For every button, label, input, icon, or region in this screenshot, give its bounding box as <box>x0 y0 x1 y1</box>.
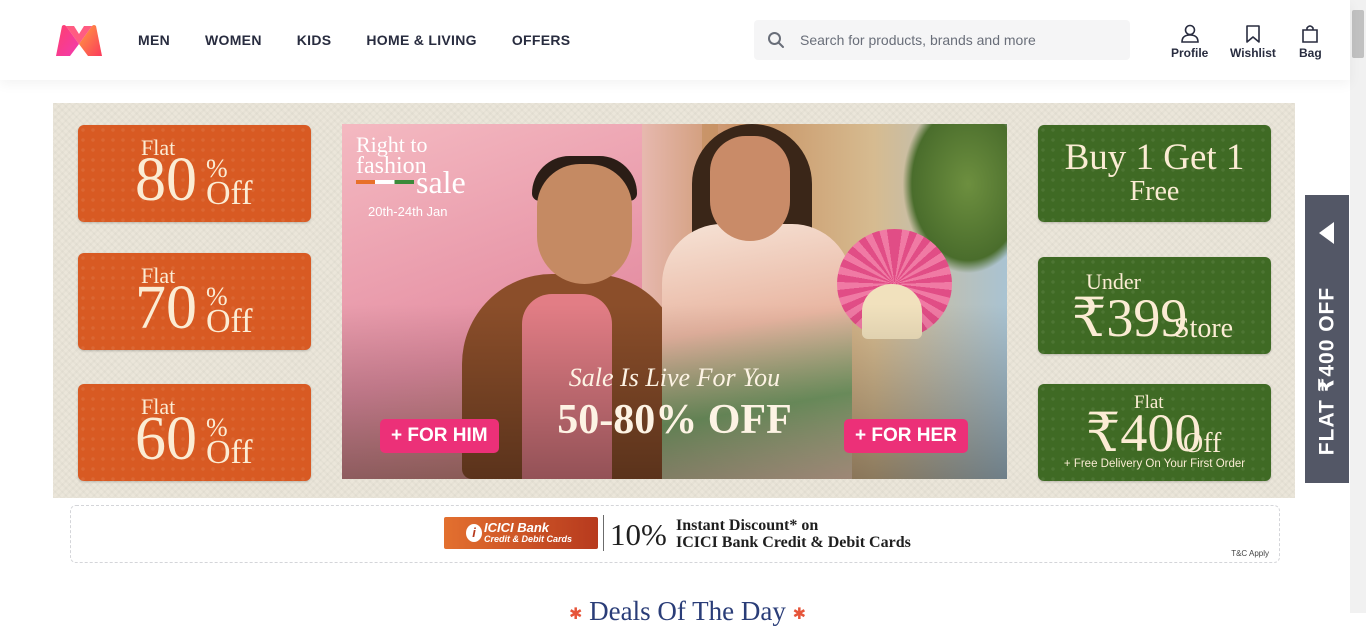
tile-off: Off <box>206 175 253 212</box>
under-store: Store <box>1174 313 1234 344</box>
tile-number: 60 <box>135 405 197 473</box>
divider <box>603 515 604 551</box>
profile-label: Profile <box>1171 46 1209 60</box>
discount-line2: ICICI Bank Credit & Debit Cards <box>676 534 911 551</box>
flat-off: Off <box>1183 428 1222 459</box>
search-input[interactable] <box>800 20 1120 60</box>
buy-1-get-1-tile[interactable]: Buy 1 Get 1 Free <box>1038 125 1271 222</box>
nav-men[interactable]: MEN <box>138 32 170 48</box>
hero-woman-face <box>710 136 790 241</box>
flat-70-off-tile[interactable]: Flat 70 % Off <box>78 253 311 350</box>
under-399-store-tile[interactable]: Under ₹399 Store <box>1038 257 1271 354</box>
under-price: ₹399 <box>1072 288 1188 348</box>
hero-man-face <box>537 164 632 284</box>
bogo-title: Buy 1 Get 1 <box>1064 137 1245 178</box>
for-him-button[interactable]: + FOR HIM <box>380 419 499 453</box>
free-delivery-note: + Free Delivery On Your First Order <box>1063 458 1246 470</box>
sale-banner[interactable]: Flat 80 % Off Flat 70 % Off Flat 60 % Of… <box>53 103 1295 498</box>
bogo-subtitle: Free <box>1129 176 1180 207</box>
tile-off: Off <box>206 434 253 471</box>
icici-bank-logo: i ICICI Bank Credit & Debit Cards <box>444 517 598 549</box>
section-title-deals: ✱ Deals Of The Day ✱ <box>569 596 806 627</box>
nav-home-living[interactable]: HOME & LIVING <box>366 32 476 48</box>
bank-sub: Credit & Debit Cards <box>484 534 573 544</box>
bag-button[interactable]: Bag <box>1299 24 1322 60</box>
tnc-link[interactable]: T&C Apply <box>1231 549 1269 558</box>
discount-text: Instant Discount* on ICICI Bank Credit &… <box>676 517 911 551</box>
nav-offers[interactable]: OFFERS <box>512 32 571 48</box>
profile-button[interactable]: Profile <box>1171 24 1208 60</box>
tile-off: Off <box>206 303 253 340</box>
sale-title-line3: sale <box>416 164 466 200</box>
sale-dates: 20th-24th Jan <box>368 204 448 219</box>
hero-image[interactable]: Right to fashion sale 20th-24th Jan Sale… <box>342 124 1007 479</box>
wishlist-label: Wishlist <box>1230 46 1276 60</box>
wishlist-button[interactable]: Wishlist <box>1230 24 1276 60</box>
bag-icon <box>1302 25 1319 43</box>
profile-icon <box>1180 24 1199 43</box>
search-bar <box>754 20 1130 60</box>
flat-80-off-tile[interactable]: Flat 80 % Off <box>78 125 311 222</box>
page-scrollbar[interactable] <box>1350 0 1366 613</box>
deals-title-text: Deals Of The Day <box>589 596 786 626</box>
sale-tagline: Sale Is Live For You <box>568 363 781 392</box>
nav-kids[interactable]: KIDS <box>297 32 332 48</box>
bank-name: ICICI Bank <box>484 520 550 535</box>
flat-400-off-side-tab[interactable]: FLAT ₹400 OFF <box>1305 195 1349 483</box>
star-icon: ✱ <box>569 605 583 623</box>
nav-women[interactable]: WOMEN <box>205 32 262 48</box>
side-tab-text: FLAT ₹400 OFF <box>1315 286 1339 456</box>
for-her-button[interactable]: + FOR HER <box>844 419 968 453</box>
main-nav: MEN WOMEN KIDS HOME & LIVING OFFERS <box>138 32 605 48</box>
bank-offer-strip[interactable]: i ICICI Bank Credit & Debit Cards 10% In… <box>70 505 1280 563</box>
caret-left-icon[interactable] <box>1319 222 1334 244</box>
tricolor-stripe <box>356 180 414 184</box>
top-header: MEN WOMEN KIDS HOME & LIVING OFFERS Prof… <box>0 0 1350 80</box>
scrollbar-thumb[interactable] <box>1352 10 1364 58</box>
icici-i-icon: i <box>466 524 482 542</box>
star-icon: ✱ <box>792 605 806 623</box>
flat-60-off-tile[interactable]: Flat 60 % Off <box>78 384 311 481</box>
tile-number: 80 <box>135 146 197 214</box>
bag-label: Bag <box>1299 46 1322 60</box>
myntra-logo[interactable] <box>54 24 104 58</box>
discount-line1: Instant Discount* on <box>676 517 819 534</box>
search-icon <box>768 32 784 48</box>
flat-400-off-tile[interactable]: Flat ₹400 Off + Free Delivery On Your Fi… <box>1038 384 1271 481</box>
bookmark-icon <box>1246 25 1260 43</box>
discount-percent: 10% <box>610 517 667 552</box>
tile-number: 70 <box>135 274 197 342</box>
